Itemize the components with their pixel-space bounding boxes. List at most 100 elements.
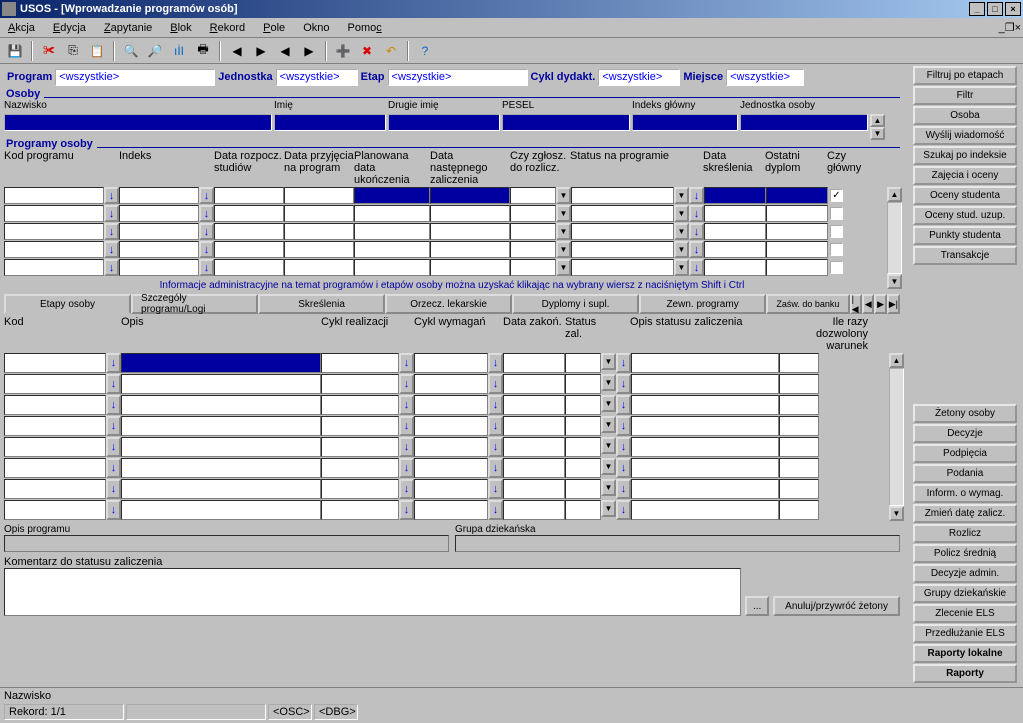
data-zakon-field[interactable] (503, 353, 565, 373)
kod-lov[interactable]: ↓ (106, 353, 121, 373)
save-icon[interactable]: 💾 (4, 41, 26, 61)
menu-akcja[interactable]: Akcja (2, 20, 47, 36)
opis-programu-field[interactable] (4, 535, 449, 552)
raporty-lokalne-button[interactable]: Raporty lokalne (913, 644, 1017, 663)
nazwisko-field[interactable] (4, 114, 272, 131)
mdi-restore[interactable]: ❐ (1005, 21, 1015, 34)
data-rozpocz-field[interactable] (214, 187, 284, 204)
etapy-row[interactable]: ↓↓↓▼↓ (4, 395, 900, 415)
person-scroll-up[interactable]: ▲ (870, 114, 885, 127)
decyzje-admin-button[interactable]: Decyzje admin. (913, 564, 1017, 583)
jednostka-osoby-field[interactable] (740, 114, 868, 131)
oceny-stud-uzup-button[interactable]: Oceny stud. uzup. (913, 206, 1017, 225)
czy-glowny-checkbox[interactable]: ✓ (830, 189, 843, 202)
status-lov[interactable]: ↓ (689, 187, 704, 204)
zetony-osoby-button[interactable]: Żetony osoby (913, 404, 1017, 423)
etapy-row[interactable]: ↓↓↓▼↓ (4, 479, 900, 499)
close-button[interactable]: × (1005, 2, 1021, 16)
imie-field[interactable] (274, 114, 386, 131)
wyslij-wiadomosc-button[interactable]: Wyślij wiadomość (913, 126, 1017, 145)
minimize-button[interactable]: _ (969, 2, 985, 16)
cykl-realizacji-field[interactable] (321, 353, 399, 373)
rozlicz-button[interactable]: Rozlicz (913, 524, 1017, 543)
stats-icon[interactable]: ıİI (168, 41, 190, 61)
warunek-field[interactable] (779, 353, 819, 373)
etapy-scroll-down[interactable]: ▼ (889, 506, 904, 521)
etapy-row[interactable]: ↓↓↓▼↓ (4, 416, 900, 436)
program-filter[interactable]: <wszystkie> (55, 69, 215, 86)
paste-icon[interactable]: 📋 (86, 41, 108, 61)
kod-programu-lov[interactable]: ↓ (104, 187, 119, 204)
data-skreslenia-field[interactable] (704, 187, 766, 204)
menu-pomoc[interactable]: Pomoc (341, 20, 393, 36)
print-icon[interactable]: 🖶 (192, 41, 214, 61)
filtr-button[interactable]: Filtr (913, 86, 1017, 105)
grupy-dziekanskie-button[interactable]: Grupy dziekańskie (913, 584, 1017, 603)
next2-icon[interactable]: ▶ (298, 41, 320, 61)
status-field[interactable] (571, 187, 674, 204)
ostatni-dyplom-field[interactable] (766, 187, 828, 204)
programy-row[interactable]: ↓ ↓ ▼ ▼ ↓ ✓ (4, 187, 900, 204)
opis-statusu-field[interactable] (631, 353, 779, 373)
miejsce-filter[interactable]: <wszystkie> (726, 69, 804, 86)
cut-icon[interactable]: ✀ (38, 41, 60, 61)
filtruj-po-etapach-button[interactable]: Filtruj po etapach (913, 66, 1017, 85)
status-zal-lov[interactable]: ↓ (616, 353, 631, 373)
indeks-glowny-field[interactable] (632, 114, 738, 131)
decyzje-button[interactable]: Decyzje (913, 424, 1017, 443)
etapy-scroll-up[interactable]: ▲ (889, 353, 904, 368)
menu-blok[interactable]: Blok (164, 20, 203, 36)
tab-zewn[interactable]: Zewn. programy (639, 294, 766, 314)
tab-first[interactable]: |◀ (850, 294, 862, 314)
pesel-field[interactable] (502, 114, 630, 131)
status-zal-dd[interactable]: ▼ (601, 353, 616, 370)
cykl-filter[interactable]: <wszystkie> (598, 69, 680, 86)
etap-filter[interactable]: <wszystkie> (388, 69, 528, 86)
programy-row[interactable]: ↓ ↓ ▼ ▼↓ (4, 241, 900, 258)
add-icon[interactable]: ➕ (332, 41, 354, 61)
opis-field[interactable] (121, 353, 321, 373)
menu-zapytanie[interactable]: Zapytanie (98, 20, 164, 36)
data-nastepnego-field[interactable] (430, 187, 510, 204)
cykl-wymagan-field[interactable] (414, 353, 488, 373)
zlecenie-els-button[interactable]: Zlecenie ELS (913, 604, 1017, 623)
status-zal-field[interactable] (565, 353, 601, 373)
etapy-row[interactable]: ↓↓↓▼↓ (4, 437, 900, 457)
transakcje-button[interactable]: Transakcje (913, 246, 1017, 265)
anuluj-przywroc-zetony-button[interactable]: Anuluj/przywróć żetony (773, 596, 900, 616)
tab-etapy-osoby[interactable]: Etapy osoby (4, 294, 131, 314)
person-scroll-down[interactable]: ▼ (870, 127, 885, 140)
cykl-wym-lov[interactable]: ↓ (488, 353, 503, 373)
indeks-lov[interactable]: ↓ (199, 187, 214, 204)
podpiecia-button[interactable]: Podpięcia (913, 444, 1017, 463)
prog-scroll-up[interactable]: ▲ (887, 187, 902, 202)
szukaj-po-indeksie-button[interactable]: Szukaj po indeksie (913, 146, 1017, 165)
programy-row[interactable]: ↓ ↓ ▼ ▼↓ (4, 223, 900, 240)
tab-last[interactable]: ▶| (887, 294, 900, 314)
osoba-button[interactable]: Osoba (913, 106, 1017, 125)
jednostka-filter[interactable]: <wszystkie> (276, 69, 358, 86)
komentarz-field[interactable] (4, 568, 741, 616)
menu-pole[interactable]: Pole (257, 20, 297, 36)
kod-field[interactable] (4, 353, 106, 373)
menu-rekord[interactable]: Rekord (204, 20, 257, 36)
grupa-dziek-field[interactable] (455, 535, 900, 552)
tab-next[interactable]: ▶ (874, 294, 886, 314)
undo-icon[interactable]: ↶ (380, 41, 402, 61)
kod-programu-field[interactable] (4, 187, 104, 204)
menu-okno[interactable]: Okno (297, 20, 341, 36)
podania-button[interactable]: Podania (913, 464, 1017, 483)
menu-edycja[interactable]: Edycja (47, 20, 98, 36)
status-dd[interactable]: ▼ (674, 187, 689, 204)
etapy-row[interactable]: ↓↓↓▼↓ (4, 458, 900, 478)
prev-icon[interactable]: ▶ (250, 41, 272, 61)
tab-dyplomy[interactable]: Dyplomy i supl. (512, 294, 639, 314)
maximize-button[interactable]: □ (987, 2, 1003, 16)
data-przyjecia-field[interactable] (284, 187, 354, 204)
policz-srednia-button[interactable]: Policz średnią (913, 544, 1017, 563)
tab-orzecz[interactable]: Orzecz. lekarskie (385, 294, 512, 314)
drugie-imie-field[interactable] (388, 114, 500, 131)
tab-zasw-do-banku[interactable]: Zaśw. do banku (766, 294, 850, 314)
przedluzanie-els-button[interactable]: Przedłużanie ELS (913, 624, 1017, 643)
oceny-studenta-button[interactable]: Oceny studenta (913, 186, 1017, 205)
